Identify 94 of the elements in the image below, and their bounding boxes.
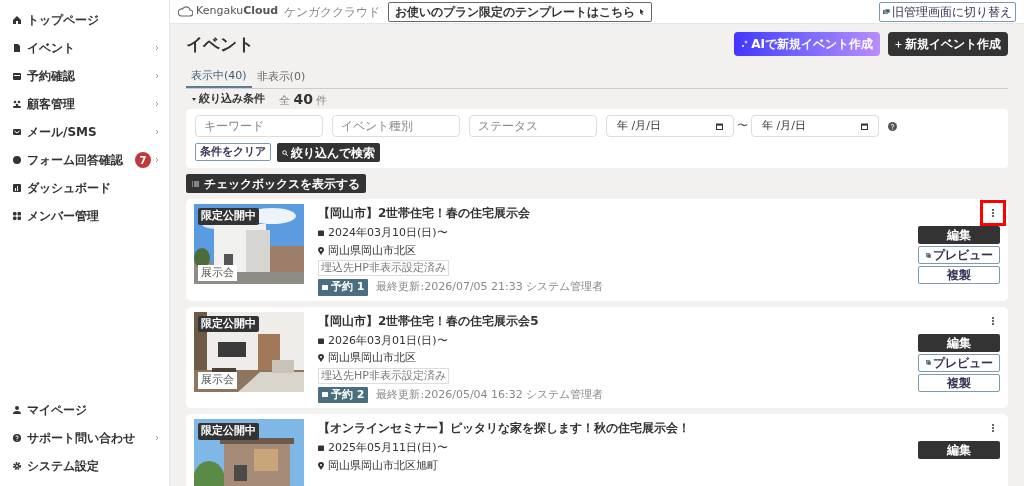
chevron-icon	[155, 157, 159, 163]
sidebar-item[interactable]: トップページ	[0, 6, 169, 34]
edit-button[interactable]: 編集	[918, 333, 1000, 352]
last-updated: 最終更新:2026/05/04 16:32 システム管理者	[376, 386, 604, 403]
tab[interactable]: 非表示(0)	[251, 66, 311, 88]
event-title[interactable]: 【オンラインセミナー】ピッタリな家を探します！秋の住宅展示会！	[318, 419, 916, 437]
sidebar-item[interactable]: イベント	[0, 34, 169, 62]
edit-button[interactable]: 編集	[918, 226, 1000, 244]
plus-icon	[895, 40, 902, 48]
last-updated: 最終更新:2026/07/05 21:33 システム管理者	[376, 279, 604, 295]
help-icon	[888, 121, 897, 131]
mail-icon	[322, 284, 328, 290]
template-link-button[interactable]: お使いのプラン限定のテンプレートはこちら	[388, 1, 653, 22]
edit-button[interactable]: 編集	[918, 441, 1000, 459]
windows-icon	[883, 8, 890, 15]
windows-icon	[925, 360, 931, 365]
tag: 埋込先HP非表示設定済み	[318, 260, 449, 276]
logo: KengakuCloud	[196, 3, 279, 20]
event-location: 岡山県岡山市北区	[328, 242, 416, 259]
chevron-icon	[155, 101, 159, 107]
total-count: 全 40 件	[279, 89, 328, 109]
cloud-logo-icon	[178, 6, 193, 17]
preview-button[interactable]: プレビュー	[918, 246, 1000, 264]
help-icon	[12, 433, 22, 443]
event-date: 2025年05月11日(日)〜	[328, 440, 448, 456]
event-location: 岡山県岡山市北区旭町	[328, 457, 438, 474]
type-label: 展示会	[198, 372, 237, 389]
sidebar-item[interactable]: メンバー管理	[0, 202, 169, 230]
status-badge: 限定公開中	[198, 423, 259, 440]
calendar-icon	[318, 230, 324, 237]
duplicate-button[interactable]: 複製	[918, 266, 1000, 284]
clear-button[interactable]: 条件をクリア	[195, 143, 271, 161]
grid-icon	[12, 211, 22, 221]
home-icon	[12, 15, 22, 25]
windows-icon	[925, 252, 931, 258]
location-pin-icon	[318, 354, 324, 363]
ai-create-button[interactable]: AIで新規イベント作成	[734, 32, 880, 56]
reservation-badge: 予約 2	[318, 386, 369, 403]
tab[interactable]: 表示中(40)	[186, 66, 252, 88]
show-checkbox-button[interactable]: チェックボックスを表示する	[186, 174, 366, 193]
status-badge: 限定公開中	[198, 208, 259, 225]
range-separator: 〜	[737, 117, 748, 134]
event-title[interactable]: 【岡山市】2世帯住宅！春の住宅展示会	[318, 204, 916, 222]
new-event-button[interactable]: 新規イベント作成	[888, 32, 1008, 56]
date-field[interactable]: 年 /月/日	[751, 115, 879, 137]
event-location: 岡山県岡山市北区	[328, 350, 416, 366]
sparkle-icon	[741, 40, 749, 48]
chart-icon	[12, 183, 22, 193]
logo-subtitle: ケンガククラウド	[284, 3, 381, 21]
event-title[interactable]: 【岡山市】2世帯住宅！春の住宅展示会5	[318, 311, 916, 330]
sidebar-item[interactable]: システム設定	[0, 452, 169, 480]
input-field[interactable]: キーワード	[195, 115, 323, 137]
sidebar-item[interactable]: ダッシュボード	[0, 174, 169, 202]
sidebar-item[interactable]: サポート問い合わせ	[0, 424, 169, 452]
search-icon	[282, 149, 288, 156]
chevron-icon	[155, 129, 159, 135]
duplicate-button[interactable]: 複製	[918, 373, 1000, 392]
sidebar-item[interactable]: フォーム回答確認 7	[0, 146, 169, 174]
sidebar-item[interactable]: 予約確認	[0, 62, 169, 90]
location-pin-icon	[318, 246, 324, 255]
input-field[interactable]: イベント種別	[332, 115, 460, 137]
chevron-icon	[155, 45, 159, 51]
chat-bubble-icon	[12, 155, 22, 165]
reservation-badge: 予約 1	[318, 279, 369, 296]
settings-icon	[12, 461, 22, 471]
chevron-icon	[155, 73, 159, 79]
calendar-icon	[318, 445, 324, 452]
more-options-button[interactable]	[980, 200, 1006, 226]
filter-toggle[interactable]: 絞り込み条件	[192, 90, 265, 108]
sidebar-item[interactable]: 顧客管理	[0, 90, 169, 118]
input-field[interactable]: ステータス	[469, 115, 597, 137]
sidebar-item[interactable]: メール/SMS	[0, 118, 169, 146]
mail-icon	[12, 127, 22, 137]
caret-icon	[192, 97, 196, 101]
search-button[interactable]: 絞り込んで検索	[277, 143, 380, 162]
preview-button[interactable]: プレビュー	[918, 353, 1000, 372]
chevron-icon	[155, 435, 159, 441]
date-field[interactable]: 年 /月/日	[606, 115, 734, 137]
tag: 埋込先HP非表示設定済み	[318, 367, 449, 384]
calendar-icon	[318, 337, 324, 344]
location-pin-icon	[318, 461, 324, 470]
calendar-icon	[716, 122, 723, 130]
event-date: 2026年03月01日(日)〜	[328, 332, 448, 349]
page-title: イベント	[186, 33, 254, 56]
sidebar-item[interactable]: マイページ	[0, 396, 169, 424]
pointer-icon	[638, 8, 646, 15]
switch-admin-button[interactable]: 旧管理画面に切り替え	[879, 1, 1016, 22]
event-date: 2024年03月10日(日)〜	[328, 225, 448, 241]
calendar-icon	[12, 71, 22, 81]
mail-icon	[322, 392, 328, 398]
notification-badge: 7	[135, 152, 151, 168]
calendar-icon	[861, 122, 868, 130]
document-icon	[12, 43, 22, 53]
user-icon	[12, 405, 22, 415]
